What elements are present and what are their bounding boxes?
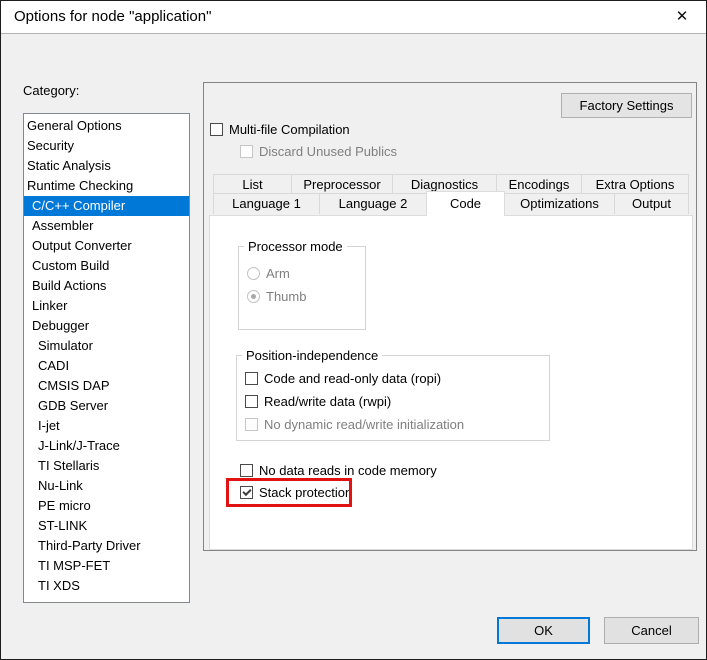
list-item-nu-link[interactable]: Nu-Link	[24, 476, 189, 496]
no-data-reads-row[interactable]: No data reads in code memory	[240, 462, 437, 478]
no-data-reads-checkbox[interactable]	[240, 464, 253, 477]
list-item-ti-xds[interactable]: TI XDS	[24, 576, 189, 596]
list-item-debugger[interactable]: Debugger	[24, 316, 189, 336]
tab-language-2[interactable]: Language 2	[319, 193, 427, 214]
checkbox-label-code-and-read-only-data-ropi: Code and read-only data (ropi)	[264, 371, 441, 386]
list-item-output-converter[interactable]: Output Converter	[24, 236, 189, 256]
tab-extra-options[interactable]: Extra Options	[581, 174, 689, 194]
list-item-runtime-checking[interactable]: Runtime Checking	[24, 176, 189, 196]
stack-protection-label: Stack protection	[259, 485, 352, 500]
list-item-st-link[interactable]: ST-LINK	[24, 516, 189, 536]
discard-unused-publics-row: Discard Unused Publics	[240, 143, 397, 159]
checkbox-row-read-write-data-rwpi[interactable]: Read/write data (rwpi)	[245, 393, 391, 409]
options-dialog: Options for node "application" ✕ Categor…	[0, 0, 707, 660]
list-item-i-jet[interactable]: I-jet	[24, 416, 189, 436]
list-item-simulator[interactable]: Simulator	[24, 336, 189, 356]
multi-file-compilation-checkbox[interactable]	[210, 123, 223, 136]
processor-mode-title: Processor mode	[244, 239, 347, 254]
category-listbox[interactable]: General OptionsSecurityStatic AnalysisRu…	[23, 113, 190, 603]
ok-button[interactable]: OK	[497, 617, 590, 644]
position-independence-group: Position-independence Code and read-only…	[236, 355, 550, 441]
discard-unused-publics-checkbox	[240, 145, 253, 158]
list-item-c-c-compiler[interactable]: C/C++ Compiler	[24, 196, 189, 216]
checkbox-row-code-and-read-only-data-ropi[interactable]: Code and read-only data (ropi)	[245, 370, 441, 386]
radio-row-thumb: Thumb	[247, 288, 306, 304]
compiler-options-panel: Factory Settings Multi-file Compilation …	[203, 82, 697, 551]
checkbox-row-no-dynamic-read-write-initialization: No dynamic read/write initialization	[245, 416, 464, 432]
radio-label-thumb: Thumb	[266, 289, 306, 304]
list-item-third-party-driver[interactable]: Third-Party Driver	[24, 536, 189, 556]
list-item-ti-msp-fet[interactable]: TI MSP-FET	[24, 556, 189, 576]
no-data-reads-label: No data reads in code memory	[259, 463, 437, 478]
checkbox-code-and-read-only-data-ropi[interactable]	[245, 372, 258, 385]
radio-arm	[247, 267, 260, 280]
tab-optimizations[interactable]: Optimizations	[504, 193, 615, 214]
checkbox-label-read-write-data-rwpi: Read/write data (rwpi)	[264, 394, 391, 409]
checkbox-label-no-dynamic-read-write-initialization: No dynamic read/write initialization	[264, 417, 464, 432]
list-item-pe-micro[interactable]: PE micro	[24, 496, 189, 516]
list-item-j-link-j-trace[interactable]: J-Link/J-Trace	[24, 436, 189, 456]
list-item-ti-stellaris[interactable]: TI Stellaris	[24, 456, 189, 476]
category-label: Category:	[23, 83, 79, 98]
radio-label-arm: Arm	[266, 266, 290, 281]
title-bar: Options for node "application" ✕	[1, 1, 706, 34]
factory-settings-button[interactable]: Factory Settings	[561, 93, 692, 118]
stack-protection-checkbox[interactable]	[240, 486, 253, 499]
position-independence-title: Position-independence	[242, 348, 382, 363]
list-item-linker[interactable]: Linker	[24, 296, 189, 316]
tab-row-2: Language 1Language 2CodeOptimizationsOut…	[213, 193, 691, 214]
list-item-static-analysis[interactable]: Static Analysis	[24, 156, 189, 176]
list-item-build-actions[interactable]: Build Actions	[24, 276, 189, 296]
list-item-gdb-server[interactable]: GDB Server	[24, 396, 189, 416]
list-item-security[interactable]: Security	[24, 136, 189, 156]
list-item-assembler[interactable]: Assembler	[24, 216, 189, 236]
code-tab-page: Processor mode Arm Thumb Position-indepen…	[209, 215, 693, 550]
close-icon[interactable]: ✕	[666, 2, 698, 32]
list-item-general-options[interactable]: General Options	[24, 116, 189, 136]
stack-protection-row[interactable]: Stack protection	[240, 484, 352, 500]
discard-unused-publics-label: Discard Unused Publics	[259, 144, 397, 159]
tab-encodings[interactable]: Encodings	[496, 174, 582, 194]
tab-code[interactable]: Code	[426, 191, 505, 216]
checkbox-no-dynamic-read-write-initialization	[245, 418, 258, 431]
dialog-title: Options for node "application"	[14, 1, 211, 33]
list-item-cmsis-dap[interactable]: CMSIS DAP	[24, 376, 189, 396]
list-item-custom-build[interactable]: Custom Build	[24, 256, 189, 276]
multi-file-compilation-row[interactable]: Multi-file Compilation	[210, 121, 350, 137]
radio-row-arm: Arm	[247, 265, 290, 281]
radio-thumb	[247, 290, 260, 303]
cancel-button[interactable]: Cancel	[604, 617, 699, 644]
processor-mode-group: Processor mode ArmThumb	[238, 246, 366, 330]
checkbox-read-write-data-rwpi[interactable]	[245, 395, 258, 408]
tab-list[interactable]: List	[213, 174, 292, 194]
tab-output[interactable]: Output	[614, 193, 689, 214]
multi-file-compilation-label: Multi-file Compilation	[229, 122, 350, 137]
list-item-cadi[interactable]: CADI	[24, 356, 189, 376]
tab-language-1[interactable]: Language 1	[213, 193, 320, 214]
compiler-tab-strip: ListPreprocessorDiagnosticsEncodingsExtr…	[213, 174, 691, 214]
tab-preprocessor[interactable]: Preprocessor	[291, 174, 393, 194]
